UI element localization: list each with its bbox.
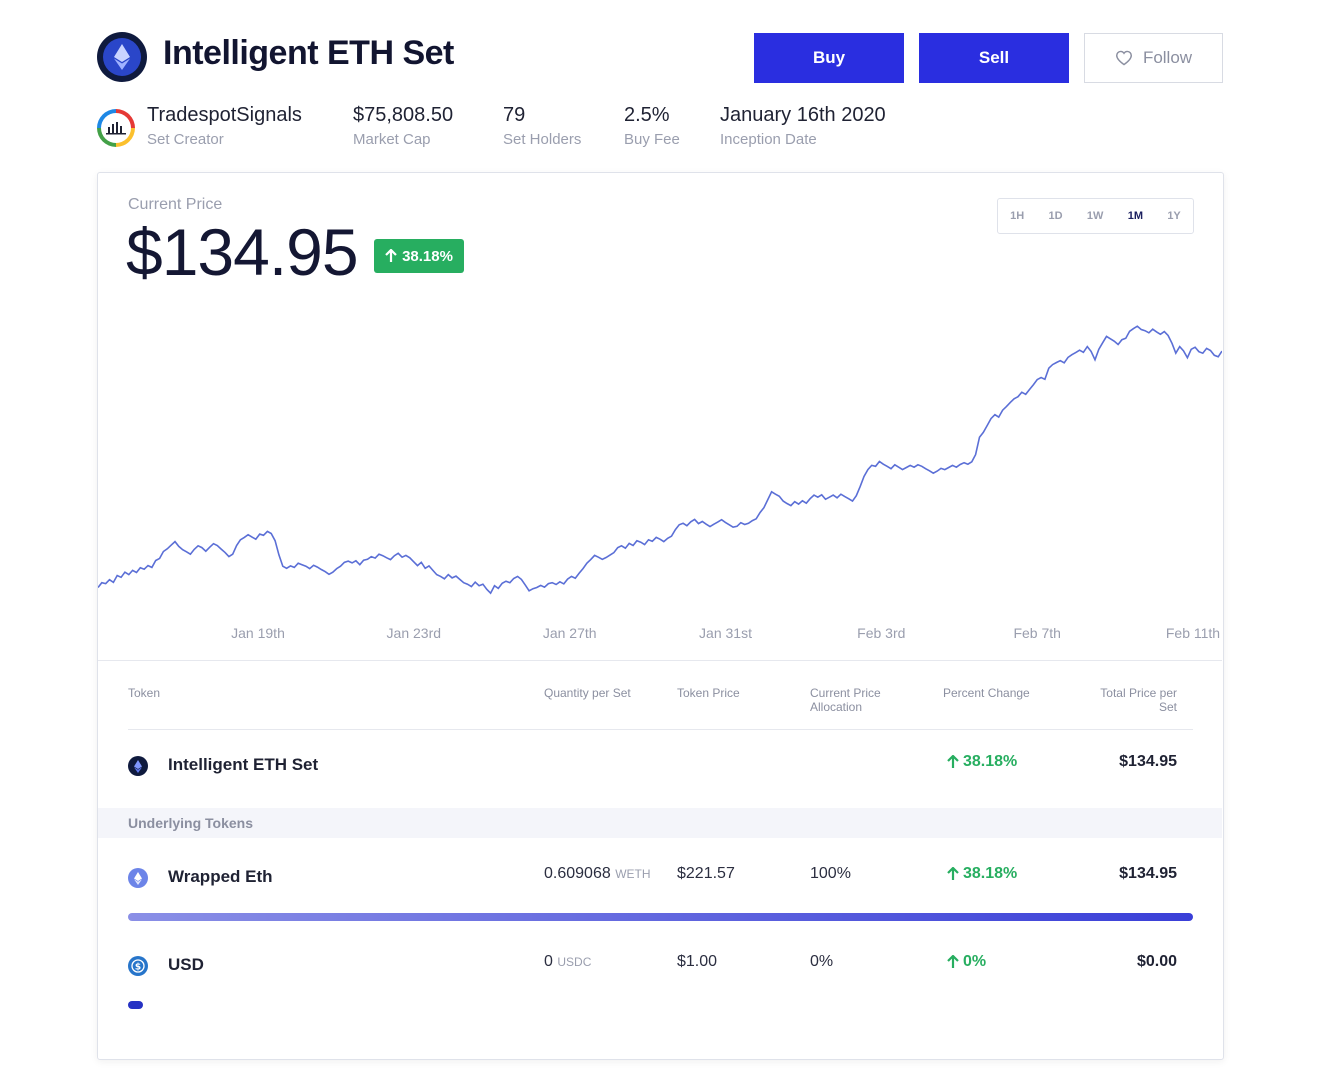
x-tick-label: Feb 7th xyxy=(1013,625,1060,641)
weth-total-price: $134.95 xyxy=(1119,865,1177,882)
underlying-band xyxy=(98,808,1222,838)
table-header-divider xyxy=(128,729,1193,730)
col-allocation-line2: Allocation xyxy=(810,700,863,714)
creator-label: Set Creator xyxy=(147,131,224,148)
price-line xyxy=(98,325,1222,595)
follow-button[interactable]: Follow xyxy=(1084,33,1223,83)
creator-avatar[interactable] xyxy=(97,109,135,147)
market-cap-block: $75,808.50 Market Cap xyxy=(353,104,453,148)
creator-name[interactable]: TradespotSignals xyxy=(147,104,302,127)
usd-total-price: $0.00 xyxy=(1136,953,1177,970)
x-tick-label: Feb 11th xyxy=(1166,625,1220,641)
buy-button[interactable]: Buy xyxy=(754,33,904,83)
col-allocation-line1: Current Price xyxy=(810,686,881,700)
weth-allocation: 100% xyxy=(810,865,851,882)
weth-percent-value: 38.18% xyxy=(963,865,1018,882)
usd-allocation-bar xyxy=(128,1001,143,1009)
current-price-value: $134.95 xyxy=(126,215,359,289)
buy-fee-label: Buy Fee xyxy=(624,131,680,148)
weth-token-name[interactable]: Wrapped Eth xyxy=(168,867,273,887)
col-total-line1: Total Price per xyxy=(1100,686,1177,700)
creator-block: TradespotSignals Set Creator xyxy=(147,104,302,148)
usd-allocation: 0% xyxy=(810,953,834,970)
weth-token-price: $221.57 xyxy=(677,865,735,882)
col-percent: Percent Change xyxy=(943,686,1030,700)
bar-chart-icon xyxy=(106,122,126,135)
range-1h[interactable]: 1H xyxy=(1010,210,1024,222)
market-cap-value: $75,808.50 xyxy=(353,104,454,126)
heart-icon xyxy=(1115,50,1132,66)
holders-block: 79 Set Holders xyxy=(503,104,581,148)
arrow-up-icon xyxy=(947,955,959,968)
inception-block: January 16th 2020 Inception Date xyxy=(720,104,886,148)
chart-divider xyxy=(98,660,1222,661)
set-percent-value: 38.18% xyxy=(963,753,1018,770)
weth-quantity: 0.609068 WETH xyxy=(544,865,651,883)
inception-value: January 16th 2020 xyxy=(720,104,886,126)
col-quantity: Quantity per Set xyxy=(544,686,631,700)
arrow-up-icon xyxy=(947,755,959,768)
x-tick-label: Jan 27th xyxy=(543,625,597,641)
price-change-badge: 38.18% xyxy=(374,239,464,273)
usdc-icon: $ xyxy=(128,956,148,976)
range-1m[interactable]: 1M xyxy=(1128,210,1143,222)
usd-token-price: $1.00 xyxy=(677,953,718,970)
usd-percent-value: 0% xyxy=(963,953,987,970)
range-selector: 1H 1D 1W 1M 1Y xyxy=(997,198,1194,234)
set-percent-change: 38.18% xyxy=(947,753,1017,771)
price-chart: Jan 19th Jan 23rd Jan 27th Jan 31st Feb 3rd F… xyxy=(98,325,1222,641)
set-token-name[interactable]: Intelligent ETH Set xyxy=(168,755,318,775)
usd-token-name[interactable]: USD xyxy=(168,955,204,975)
svg-text:$: $ xyxy=(135,963,141,973)
set-logo-icon xyxy=(97,32,147,82)
x-tick-label: Jan 23rd xyxy=(387,625,441,641)
current-price-label: Current Price xyxy=(128,196,223,213)
weth-unit: WETH xyxy=(615,867,651,881)
x-tick-label: Jan 19th xyxy=(231,625,285,641)
usd-percent-change: 0% xyxy=(947,953,986,971)
col-allocation: Current Price Allocation xyxy=(810,686,881,714)
buy-fee-value: 2.5% xyxy=(624,104,670,126)
col-token-price: Token Price xyxy=(677,686,740,700)
holders-value: 79 xyxy=(503,104,526,126)
x-tick-label: Feb 3rd xyxy=(857,625,905,641)
buy-fee-block: 2.5% Buy Fee xyxy=(624,104,680,148)
usd-unit: USDC xyxy=(557,955,592,969)
price-change-value: 38.18% xyxy=(402,247,453,265)
range-1y[interactable]: 1Y xyxy=(1167,210,1180,222)
set-total-price: $134.95 xyxy=(1119,753,1177,770)
x-tick-label: Jan 31st xyxy=(699,625,752,641)
col-total-line2: Set xyxy=(1158,700,1177,714)
arrow-up-icon xyxy=(947,867,959,880)
page-title: Intelligent ETH Set xyxy=(163,34,454,72)
weth-allocation-bar xyxy=(128,913,1193,921)
holders-label: Set Holders xyxy=(503,131,582,148)
range-1d[interactable]: 1D xyxy=(1049,210,1063,222)
set-token-icon xyxy=(128,756,148,776)
weth-quantity-value: 0.609068 xyxy=(544,865,611,882)
weth-percent-change: 38.18% xyxy=(947,865,1017,883)
weth-icon xyxy=(128,868,148,888)
follow-label: Follow xyxy=(1142,48,1193,67)
usd-quantity-value: 0 xyxy=(544,953,553,970)
col-total: Total Price per Set xyxy=(1077,686,1177,714)
range-1w[interactable]: 1W xyxy=(1087,210,1104,222)
arrow-up-icon xyxy=(385,249,397,262)
usd-quantity: 0 USDC xyxy=(544,953,591,971)
sell-button[interactable]: Sell xyxy=(919,33,1069,83)
market-cap-label: Market Cap xyxy=(353,131,431,148)
underlying-label: Underlying Tokens xyxy=(128,815,253,831)
inception-label: Inception Date xyxy=(720,131,817,148)
col-token: Token xyxy=(128,686,161,700)
